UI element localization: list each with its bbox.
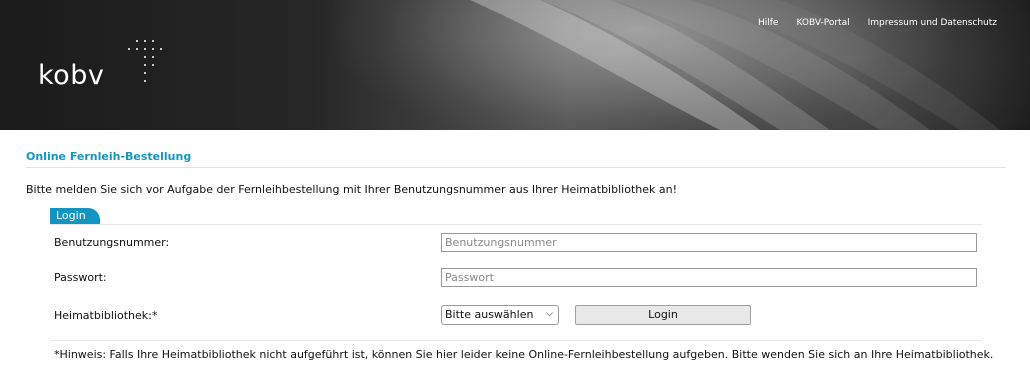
hint-text: *Hinweis: Falls Ihre Heimatbibliothek ni… [54, 348, 994, 361]
hint-divider [50, 340, 982, 341]
nav-link-impressum[interactable]: Impressum und Datenschutz [868, 18, 997, 28]
login-tab: Login [50, 208, 100, 224]
user-number-input[interactable] [441, 233, 977, 252]
nav-link-hilfe[interactable]: Hilfe [758, 18, 778, 28]
intro-text: Bitte melden Sie sich vor Aufgabe der Fe… [26, 183, 677, 196]
login-button[interactable]: Login [575, 305, 751, 325]
library-label: Heimatbibliothek:* [54, 309, 158, 322]
logo-dots-icon [128, 40, 162, 82]
password-input[interactable] [441, 268, 977, 287]
library-select-value: Bitte auswählen [445, 308, 534, 321]
top-navigation: Hilfe KOBV-Portal Impressum und Datensch… [758, 18, 997, 28]
kobv-logo[interactable]: kobv [38, 60, 104, 91]
user-number-label: Benutzungsnummer: [54, 236, 170, 249]
nav-link-kobv-portal[interactable]: KOBV-Portal [796, 18, 849, 28]
login-divider [50, 224, 982, 225]
title-divider [26, 167, 1006, 168]
library-select[interactable]: Bitte auswählen ⌵ [441, 305, 559, 325]
header-banner: kobv Hilfe KOBV-Portal Impressum und Dat… [0, 0, 1030, 130]
password-label: Passwort: [54, 271, 107, 284]
chevron-down-icon: ⌵ [546, 309, 553, 319]
page-title: Online Fernleih-Bestellung [26, 150, 192, 163]
